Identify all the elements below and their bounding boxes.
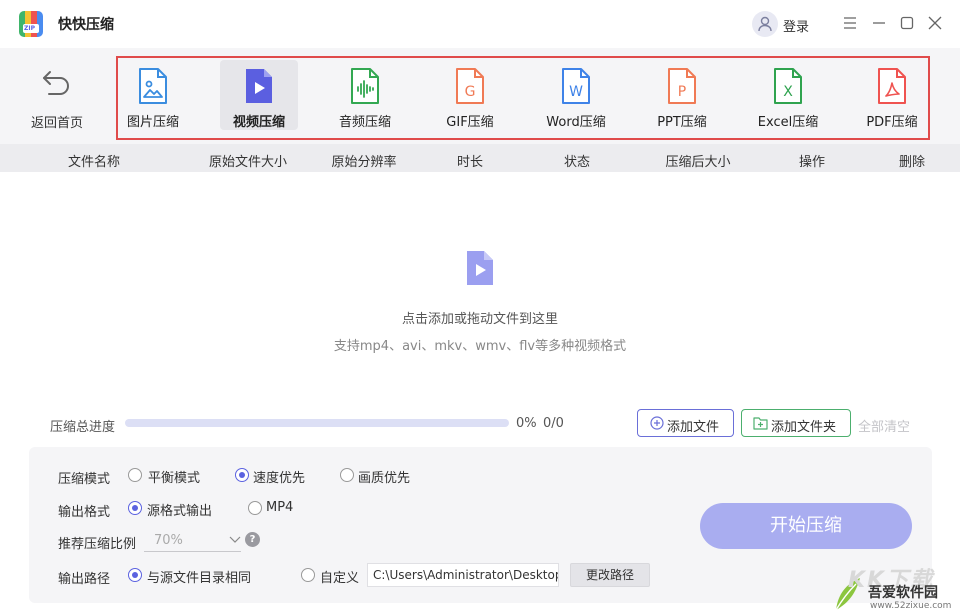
video-file-icon [467,251,493,285]
ratio-value: 70% [154,533,183,548]
start-compress-button[interactable]: 开始压缩 [700,503,912,549]
tab-image-compress[interactable]: 图片压缩 [114,60,192,130]
format-source-radio[interactable] [128,501,142,515]
mode-speed-label[interactable]: 速度优先 [253,467,305,486]
folder-plus-icon [753,417,768,430]
word-glyph: W [569,84,583,100]
watermark-site-name: 吾爱软件园 [868,585,938,601]
chevron-down-icon [229,536,241,543]
minimize-icon[interactable] [870,14,888,32]
progress-count: 0/0 [543,416,564,431]
audio-file-icon [351,68,379,104]
column-header: 操作 [798,155,826,170]
column-header: 原始分辨率 [331,155,397,170]
progress-percent: 0% [516,416,537,431]
add-file-button[interactable]: 添加文件 [637,409,734,437]
path-same-radio[interactable] [128,568,142,582]
path-same-label[interactable]: 与源文件目录相同 [147,567,251,586]
excel-glyph: X [783,84,793,100]
supported-formats-hint: 支持mp4、avi、mkv、wmv、flv等多种视频格式 [333,339,627,354]
watermark-url: www.52zixue.com [870,601,952,611]
column-header: 时长 [456,155,484,170]
gif-glyph: G [465,84,476,100]
watermark: KK下载 吾爱软件园 www.52zixue.com [828,562,960,614]
format-source-label[interactable]: 源格式输出 [147,500,212,519]
column-header: 删除 [898,155,926,170]
column-header: 原始文件大小 [208,155,288,170]
pdf-file-icon [878,68,906,104]
column-header: 状态 [563,155,591,170]
image-file-icon [139,68,167,104]
app-logo-icon: ZIP [19,11,43,37]
file-table-header: 文件名称 原始文件大小 原始分辨率 时长 状态 压缩后大小 操作 删除 [0,144,960,172]
clear-all-button[interactable]: 全部清空 [858,416,910,435]
tab-label: PDF压缩 [866,115,918,130]
output-path-label: 输出路径 [58,572,111,587]
tab-label: Word压缩 [546,115,606,130]
tab-label: PPT压缩 [657,115,707,130]
ppt-glyph: P [678,84,686,100]
title-bar: ZIP 快快压缩 登录 [0,0,960,48]
add-folder-label: 添加文件夹 [771,420,837,435]
word-file-icon: W [562,68,590,104]
tab-word-compress[interactable]: W Word压缩 [537,60,615,130]
mode-balance-radio[interactable] [128,468,142,482]
app-title: 快快压缩 [58,17,114,33]
login-button[interactable]: 登录 [783,16,809,35]
format-mp4-label[interactable]: MP4 [266,500,293,515]
tab-ppt-compress[interactable]: P PPT压缩 [643,60,721,130]
output-path-field[interactable]: C:\Users\Administrator\Desktop [367,563,559,587]
tab-label: GIF压缩 [446,115,494,130]
plus-circle-icon [650,416,664,430]
mode-balance-label[interactable]: 平衡模式 [148,467,200,486]
tool-bar: 返回首页 图片压缩 视频压缩 音频压缩 G GIF压缩 W Word压缩 P P… [0,48,960,144]
progress-label: 压缩总进度 [50,420,116,435]
logo-text: ZIP [24,25,35,32]
tab-label: 图片压缩 [126,115,179,130]
video-file-icon [246,69,272,103]
back-arrow-icon [43,71,69,95]
gif-file-icon: G [456,68,484,104]
column-header: 文件名称 [67,155,121,170]
excel-file-icon: X [774,68,802,104]
mode-quality-radio[interactable] [340,468,354,482]
tab-label: 视频压缩 [232,115,285,130]
mode-speed-radio[interactable] [235,468,249,482]
format-mp4-radio[interactable] [248,501,262,515]
path-custom-label[interactable]: 自定义 [320,567,359,586]
user-avatar-icon[interactable] [752,11,778,37]
tab-label: Excel压缩 [757,115,819,130]
tab-gif-compress[interactable]: G GIF压缩 [431,60,509,130]
compress-ratio-label: 推荐压缩比例 [58,537,137,552]
maximize-icon[interactable] [898,14,916,32]
output-format-label: 输出格式 [58,505,111,520]
mode-quality-label[interactable]: 画质优先 [358,467,410,486]
drop-hint: 点击添加或拖动文件到这里 [401,312,558,327]
tab-pdf-compress[interactable]: PDF压缩 [853,60,931,130]
menu-icon[interactable] [841,14,859,32]
ppt-file-icon: P [668,68,696,104]
tab-excel-compress[interactable]: X Excel压缩 [749,60,827,130]
tab-audio-compress[interactable]: 音频压缩 [326,60,404,130]
change-path-button[interactable]: 更改路径 [570,563,650,587]
add-file-label: 添加文件 [667,420,720,435]
tab-label: 音频压缩 [338,115,391,130]
close-icon[interactable] [926,14,944,32]
help-icon[interactable]: ? [245,532,260,547]
path-custom-radio[interactable] [301,568,315,582]
back-home-button[interactable]: 返回首页 [22,66,92,136]
settings-panel: 压缩模式 平衡模式 速度优先 画质优先 输出格式 源格式输出 MP4 推荐压缩比… [29,447,932,603]
compress-ratio-select[interactable]: 70% [144,530,241,552]
back-home-label: 返回首页 [30,116,83,131]
column-header: 压缩后大小 [665,155,731,170]
add-folder-button[interactable]: 添加文件夹 [741,409,851,437]
compress-mode-label: 压缩模式 [58,472,111,487]
progress-bar [125,419,509,427]
tab-video-compress[interactable]: 视频压缩 [220,60,298,130]
